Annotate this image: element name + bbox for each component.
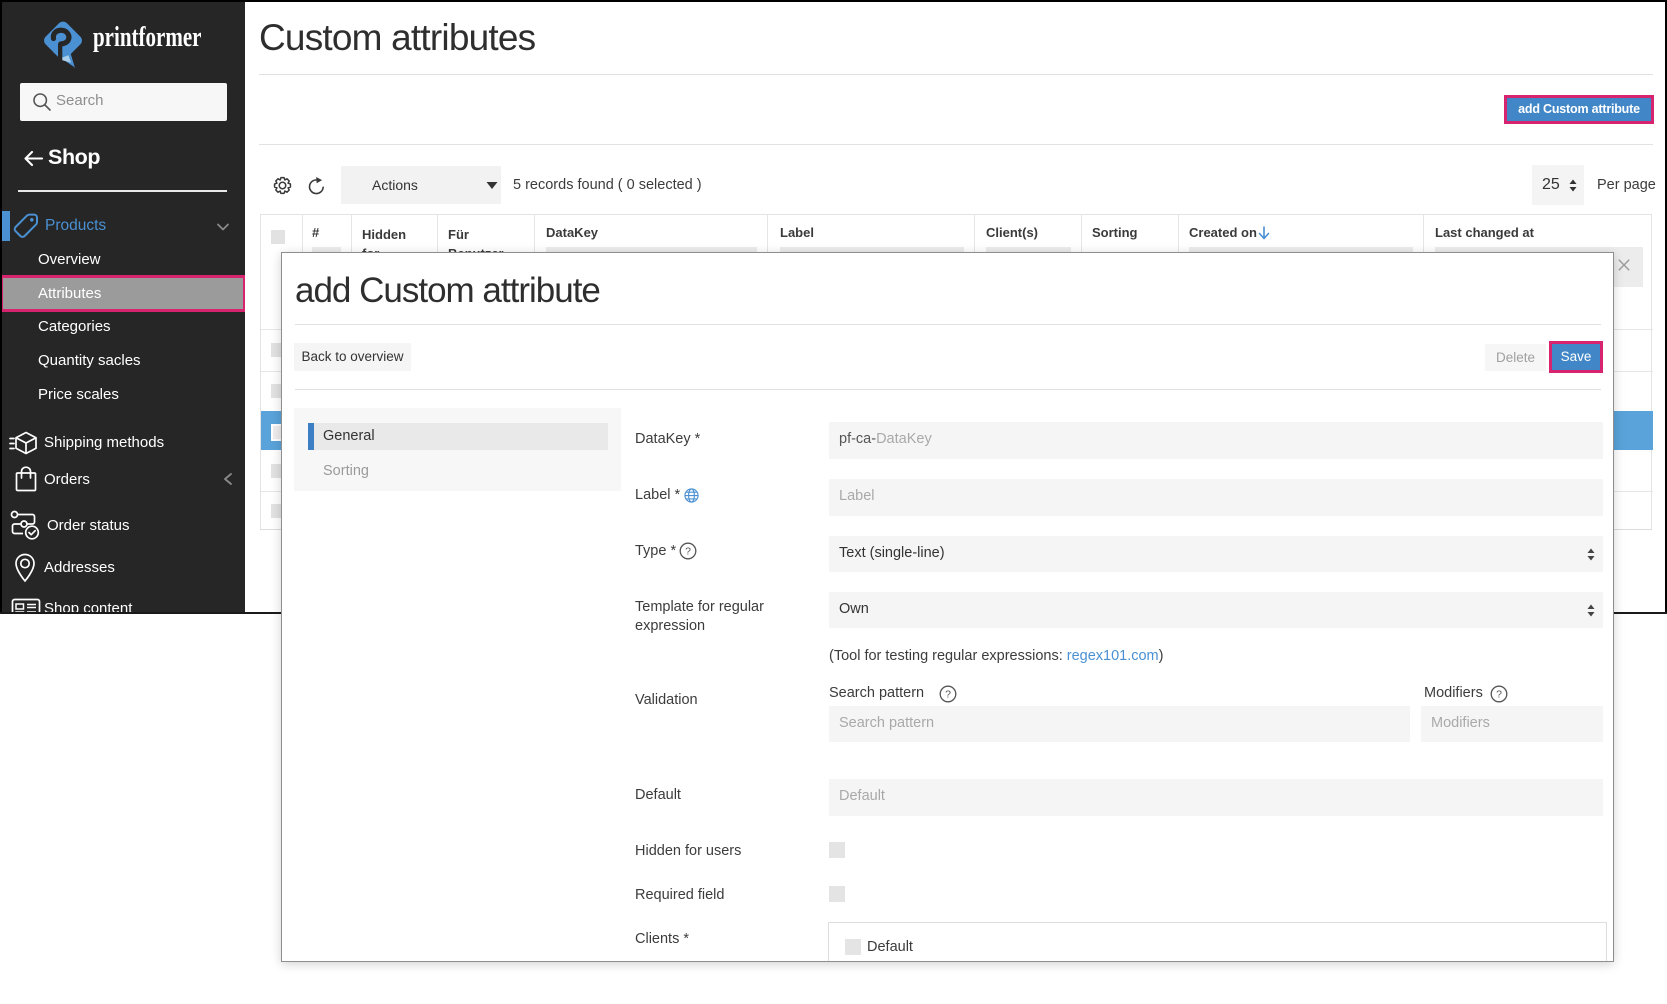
svg-text:?: ?: [685, 546, 691, 558]
svg-text:?: ?: [1496, 689, 1502, 701]
svg-text:?: ?: [945, 689, 951, 701]
